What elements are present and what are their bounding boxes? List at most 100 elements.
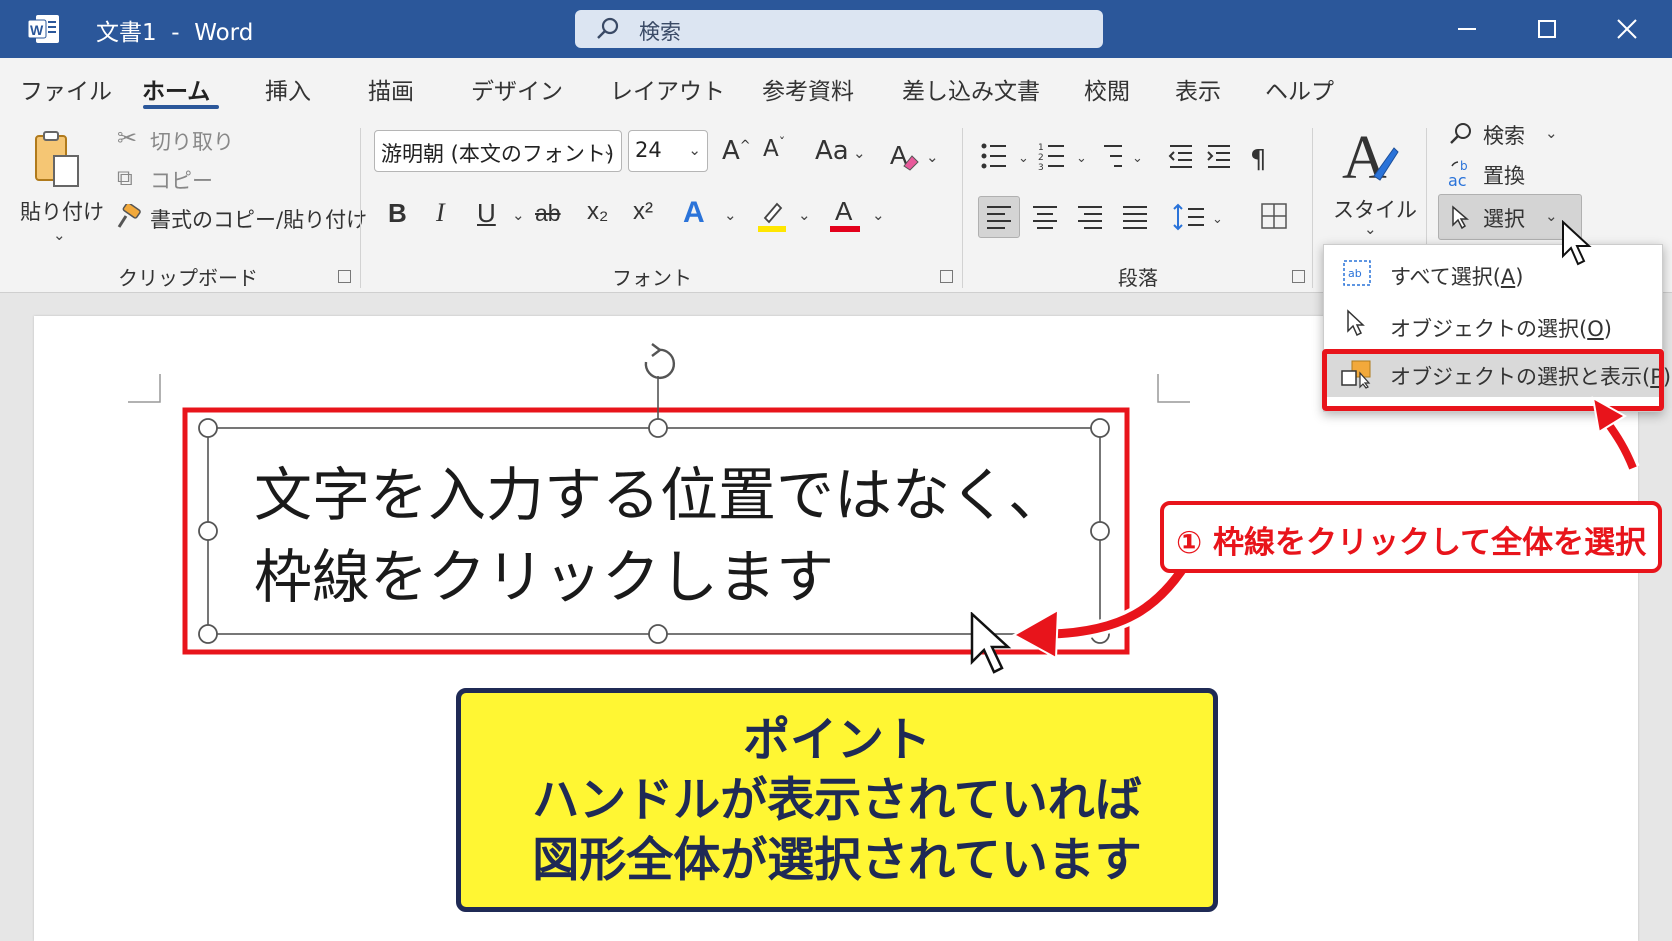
textbox-line-2: 枠線をクリックします xyxy=(254,543,835,611)
font-group-label: フォント xyxy=(612,266,692,290)
numbering-icon xyxy=(1048,145,1064,167)
font-launcher-icon[interactable] xyxy=(940,270,953,283)
word-logo-icon: W xyxy=(27,14,60,44)
tab-mailings[interactable]: 差し込み文書 xyxy=(902,72,1040,106)
styles-icon[interactable]: A xyxy=(1340,124,1400,192)
tab-design[interactable]: デザイン xyxy=(471,72,563,106)
tab-layout[interactable]: レイアウト xyxy=(610,72,725,106)
chevron-down-icon: ⌄ xyxy=(602,141,615,159)
chevron-down-icon: ⌄ xyxy=(1545,207,1558,225)
callout-label: 枠線をクリックして全体を選択 xyxy=(1213,525,1647,561)
copy-icon: ⧉ xyxy=(117,166,133,191)
subscript-button[interactable]: x₂ xyxy=(587,198,608,226)
margin-mark-left xyxy=(128,374,161,403)
paste-dropdown-icon[interactable]: ⌄ xyxy=(53,226,66,244)
highlighter-icon xyxy=(758,202,786,232)
menu-item-select-all[interactable]: すべて選択(A) xyxy=(1390,261,1523,291)
paragraph-group-label: 段落 xyxy=(1118,266,1158,290)
show-marks-icon: ¶ xyxy=(1250,145,1267,174)
line-spacing-button[interactable]: ⌄ xyxy=(1170,197,1230,241)
bold-button[interactable]: B xyxy=(388,198,407,229)
close-button[interactable] xyxy=(1610,12,1644,46)
svg-text:⌄: ⌄ xyxy=(1076,151,1087,166)
copy-button[interactable]: コピー xyxy=(150,165,213,195)
document-name: 文書1 xyxy=(96,20,157,46)
search-icon xyxy=(597,17,619,39)
svg-text:⌄: ⌄ xyxy=(1132,151,1143,166)
select-objects-icon xyxy=(1347,309,1365,337)
textbox-line-1: 文字を入力する位置ではなく、 xyxy=(254,461,1067,529)
select-arrow-icon xyxy=(1452,205,1470,230)
strikethrough-button[interactable]: ab xyxy=(535,200,561,227)
app-name: Word xyxy=(194,20,254,46)
title-separator: - xyxy=(171,20,180,46)
chevron-down-icon[interactable]: ⌄ xyxy=(512,206,525,224)
tab-draw[interactable]: 描画 xyxy=(368,72,414,106)
shrink-font-button[interactable]: Aˇ xyxy=(763,136,785,162)
highlight-button[interactable] xyxy=(757,198,787,232)
active-tab-indicator xyxy=(143,105,219,109)
grow-font-button[interactable]: A^ xyxy=(722,136,751,166)
chevron-down-icon[interactable]: ⌄ xyxy=(724,206,737,224)
svg-text:2: 2 xyxy=(1038,153,1044,163)
font-name-value: 游明朝 (本文のフォント) xyxy=(381,142,615,166)
svg-text:W: W xyxy=(30,22,44,38)
tab-review[interactable]: 校閲 xyxy=(1084,72,1130,106)
paragraph-launcher-icon[interactable] xyxy=(1292,270,1305,283)
find-icon xyxy=(1450,123,1471,144)
search-placeholder: 検索 xyxy=(639,20,681,44)
svg-text:⌄: ⌄ xyxy=(1018,151,1029,166)
chevron-down-icon[interactable]: ⌄ xyxy=(872,206,885,224)
svg-text:ac: ac xyxy=(1448,171,1467,190)
font-name-box[interactable]: 游明朝 (本文のフォント) ⌄ xyxy=(374,130,622,172)
callout-number: ① xyxy=(1176,525,1203,561)
font-size-value: 24 xyxy=(635,138,662,162)
rotate-handle-icon xyxy=(644,343,676,380)
clipboard-launcher-icon[interactable] xyxy=(338,270,351,283)
justify-button[interactable] xyxy=(1115,197,1155,241)
clipboard-group-label: クリップボード xyxy=(118,266,258,290)
tab-home[interactable]: ホーム xyxy=(142,72,210,106)
tab-insert[interactable]: 挿入 xyxy=(265,72,311,106)
find-button[interactable]: 検索 xyxy=(1483,120,1525,150)
format-painter-icon xyxy=(116,202,142,230)
superscript-button[interactable]: x² xyxy=(633,198,653,226)
mouse-pointer-icon xyxy=(1562,220,1592,266)
replace-button[interactable]: 置換 xyxy=(1483,160,1525,190)
align-left-button[interactable] xyxy=(978,196,1020,238)
chevron-down-icon[interactable]: ⌄ xyxy=(798,206,811,224)
search-box[interactable]: 検索 xyxy=(575,10,1103,48)
group-divider xyxy=(360,128,361,288)
tab-view[interactable]: 表示 xyxy=(1175,72,1221,106)
increase-indent-icon xyxy=(1207,145,1230,168)
chevron-down-icon[interactable]: ⌄ xyxy=(1364,220,1377,238)
ribbon-tabs: ファイル ホーム 挿入 描画 デザイン レイアウト 参考資料 差し込み文書 校閲… xyxy=(0,58,1672,118)
borders-button[interactable] xyxy=(1258,200,1290,236)
change-case-button[interactable]: Aa xyxy=(815,136,849,166)
font-size-box[interactable]: 24 ⌄ xyxy=(628,130,708,172)
paste-icon[interactable] xyxy=(30,130,82,190)
chevron-down-icon[interactable]: ⌄ xyxy=(1545,124,1558,142)
maximize-button[interactable] xyxy=(1530,12,1564,46)
underline-button[interactable]: U xyxy=(477,198,496,229)
align-right-button[interactable] xyxy=(1070,197,1110,241)
clear-formatting-button[interactable]: A ⌄ xyxy=(888,138,940,172)
cut-button[interactable]: 切り取り xyxy=(150,126,234,156)
minimize-button[interactable] xyxy=(1450,12,1484,46)
italic-button[interactable]: I xyxy=(436,198,445,228)
point-title: ポイント xyxy=(743,713,931,768)
align-center-button[interactable] xyxy=(1025,197,1065,241)
tab-references[interactable]: 参考資料 xyxy=(762,72,854,106)
title-bar: W 文書1 - Word 検索 xyxy=(0,0,1672,58)
bullets-icon xyxy=(981,143,1006,169)
point-line-2: ハンドルが表示されていれば xyxy=(532,773,1142,828)
font-color-button[interactable]: A xyxy=(830,196,860,232)
tab-help[interactable]: ヘルプ xyxy=(1265,72,1334,106)
tab-file[interactable]: ファイル xyxy=(20,72,112,106)
format-painter-button[interactable]: 書式のコピー/貼り付け xyxy=(150,204,367,234)
menu-item-select-objects[interactable]: オブジェクトの選択(O) xyxy=(1390,313,1612,343)
text-effects-button[interactable]: A xyxy=(683,196,705,230)
chevron-down-icon[interactable]: ⌄ xyxy=(853,144,866,162)
paste-button[interactable]: 貼り付け xyxy=(20,196,104,226)
point-box: ポイント ハンドルが表示されていれば 図形全体が選択されています xyxy=(456,688,1218,912)
